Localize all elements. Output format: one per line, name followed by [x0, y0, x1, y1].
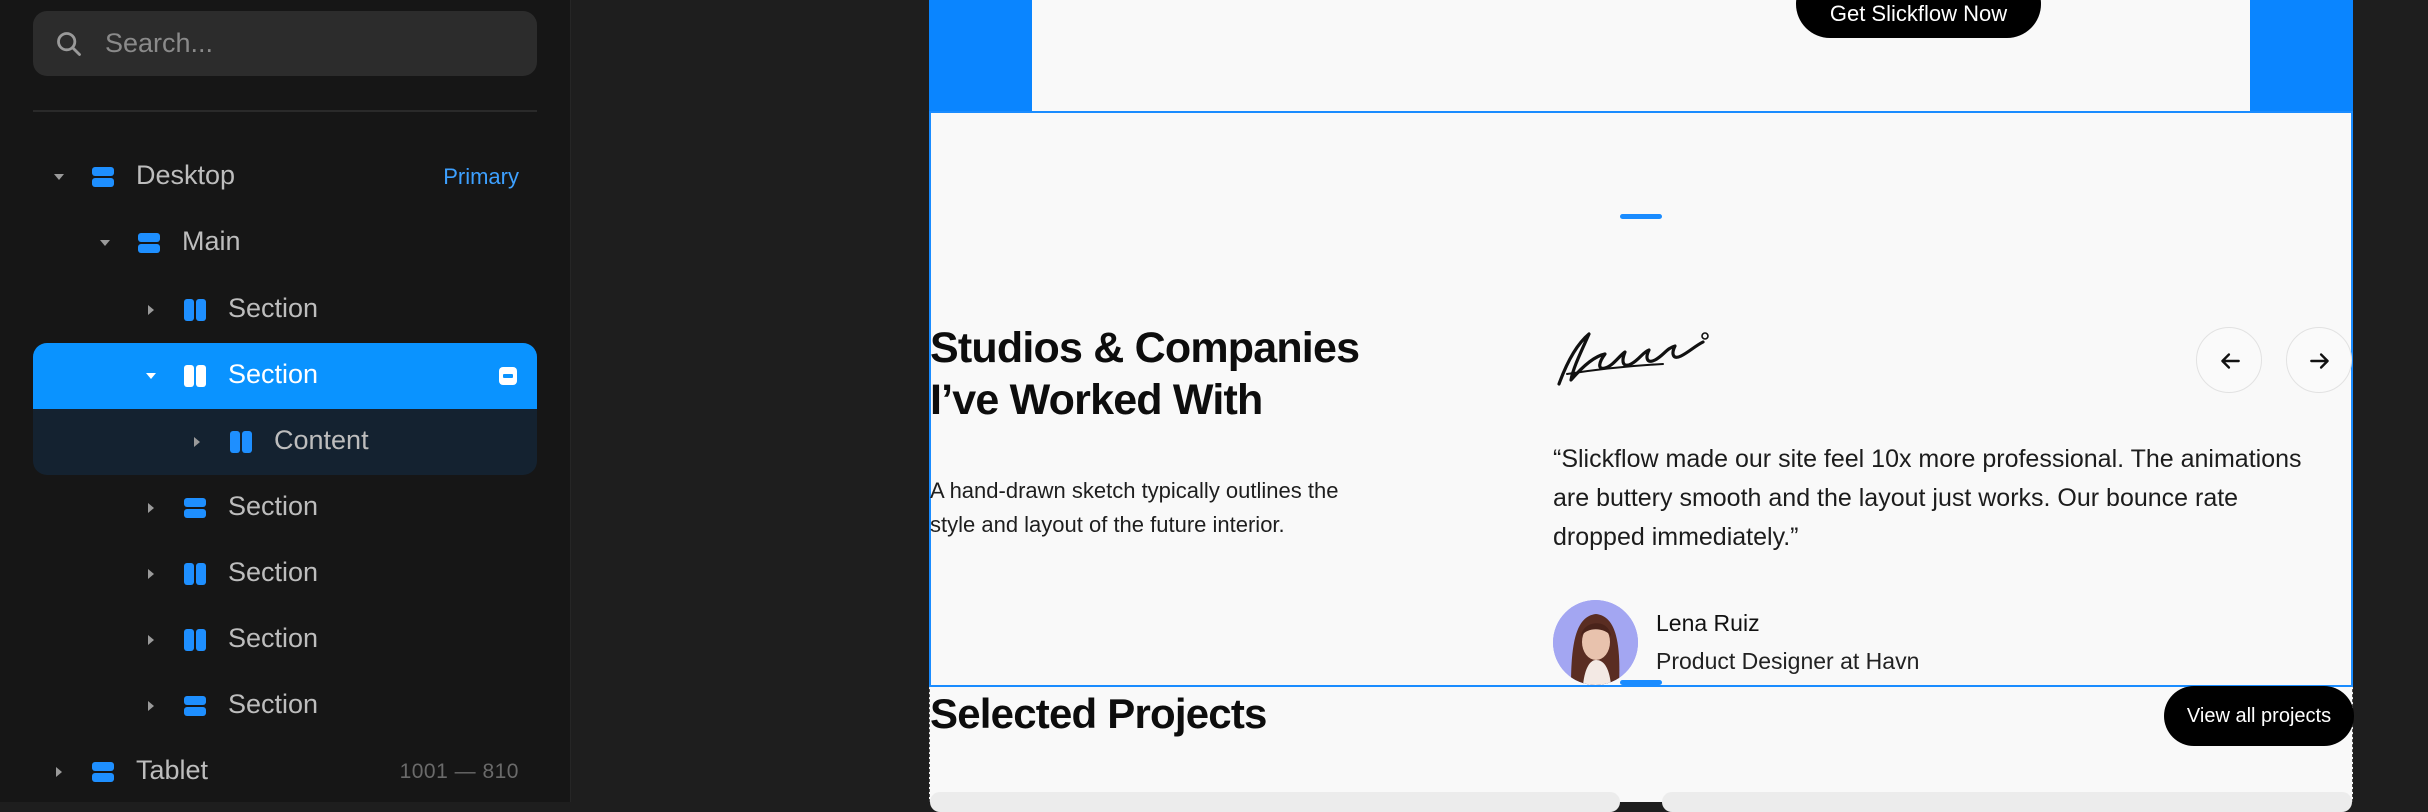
- layers-panel: Desktop Primary Main Section Section Con…: [0, 0, 571, 802]
- layer-label: Content: [274, 425, 369, 455]
- search-icon: [57, 32, 81, 56]
- project-card[interactable]: [930, 792, 1620, 812]
- caret-down-icon[interactable]: [99, 237, 111, 249]
- caret-down-icon[interactable]: [145, 370, 157, 382]
- arrow-left-icon: [2221, 353, 2240, 369]
- layer-row-tablet[interactable]: Tablet 1001 — 810: [33, 739, 537, 805]
- logoipsum-signature-logo: [1557, 332, 1709, 386]
- caret-down-icon[interactable]: [53, 171, 65, 183]
- layer-row-section-selected[interactable]: Section: [33, 343, 537, 409]
- layer-label: Section: [228, 293, 319, 323]
- resize-handle-top[interactable]: [1620, 214, 1662, 219]
- divider: [33, 110, 537, 112]
- breakpoint-range: 1001 — 810: [399, 760, 519, 783]
- layer-row-section[interactable]: Section: [33, 607, 537, 673]
- caret-right-icon[interactable]: [145, 700, 157, 712]
- layer-row-section[interactable]: Section: [33, 277, 537, 343]
- columns-icon: [184, 365, 206, 387]
- layer-row-content[interactable]: Content: [33, 409, 537, 475]
- author-role: Product Designer at Havn: [1656, 648, 1920, 674]
- layer-label: Section: [228, 689, 319, 719]
- columns-icon: [230, 431, 252, 453]
- stack-icon: [184, 696, 206, 716]
- columns-icon: [184, 563, 206, 585]
- columns-icon: [184, 299, 206, 321]
- avatar: [1553, 600, 1638, 685]
- stack-icon: [92, 167, 114, 187]
- layer-label: Section: [228, 623, 319, 653]
- hero-blue-edge-left: [929, 0, 1032, 112]
- search-box[interactable]: [33, 11, 537, 76]
- primary-tag: Primary: [443, 164, 519, 189]
- resize-handle-bottom[interactable]: [1620, 680, 1662, 685]
- component-badge-icon[interactable]: [499, 367, 517, 385]
- caret-right-icon[interactable]: [145, 634, 157, 646]
- projects-heading: Selected Projects: [930, 690, 1267, 737]
- section-paragraph: A hand-drawn sketch typically outlines t…: [930, 478, 1339, 537]
- hero-blue-edge-right: [2250, 0, 2353, 112]
- caret-right-icon[interactable]: [191, 436, 203, 448]
- layer-label: Main: [182, 226, 241, 256]
- layer-label: Section: [228, 557, 319, 587]
- caret-right-icon[interactable]: [145, 304, 157, 316]
- layer-row-section[interactable]: Section: [33, 475, 537, 541]
- columns-icon: [184, 629, 206, 651]
- layer-row-section[interactable]: Section: [33, 673, 537, 739]
- layer-row-main[interactable]: Main: [33, 210, 537, 276]
- layer-label: Section: [228, 359, 319, 389]
- caret-right-icon[interactable]: [145, 568, 157, 580]
- project-card[interactable]: [1662, 792, 2352, 812]
- layer-label: Tablet: [136, 755, 209, 785]
- author-name: Lena Ruiz: [1656, 610, 1760, 636]
- layer-row-section[interactable]: Section: [33, 541, 537, 607]
- caret-right-icon[interactable]: [53, 766, 65, 778]
- stack-icon: [184, 498, 206, 518]
- get-slickflow-button[interactable]: Get Slickflow Now: [1796, 0, 2041, 38]
- arrow-right-icon: [2310, 353, 2329, 369]
- search-input[interactable]: [105, 11, 515, 76]
- view-all-projects-button[interactable]: View all projects: [2164, 686, 2354, 746]
- layer-label: Section: [228, 491, 319, 521]
- caret-right-icon[interactable]: [145, 502, 157, 514]
- previous-button[interactable]: [2196, 327, 2262, 393]
- section-heading: Studios & Companies I’ve Worked With: [930, 324, 1360, 424]
- layer-label: Desktop: [136, 160, 236, 190]
- stack-icon: [138, 233, 160, 253]
- stack-icon: [92, 762, 114, 782]
- next-button[interactable]: [2286, 327, 2352, 393]
- testimonial-quote: “Slickflow made our site feel 10x more p…: [1553, 445, 2302, 551]
- layer-row-desktop[interactable]: Desktop Primary: [33, 144, 537, 210]
